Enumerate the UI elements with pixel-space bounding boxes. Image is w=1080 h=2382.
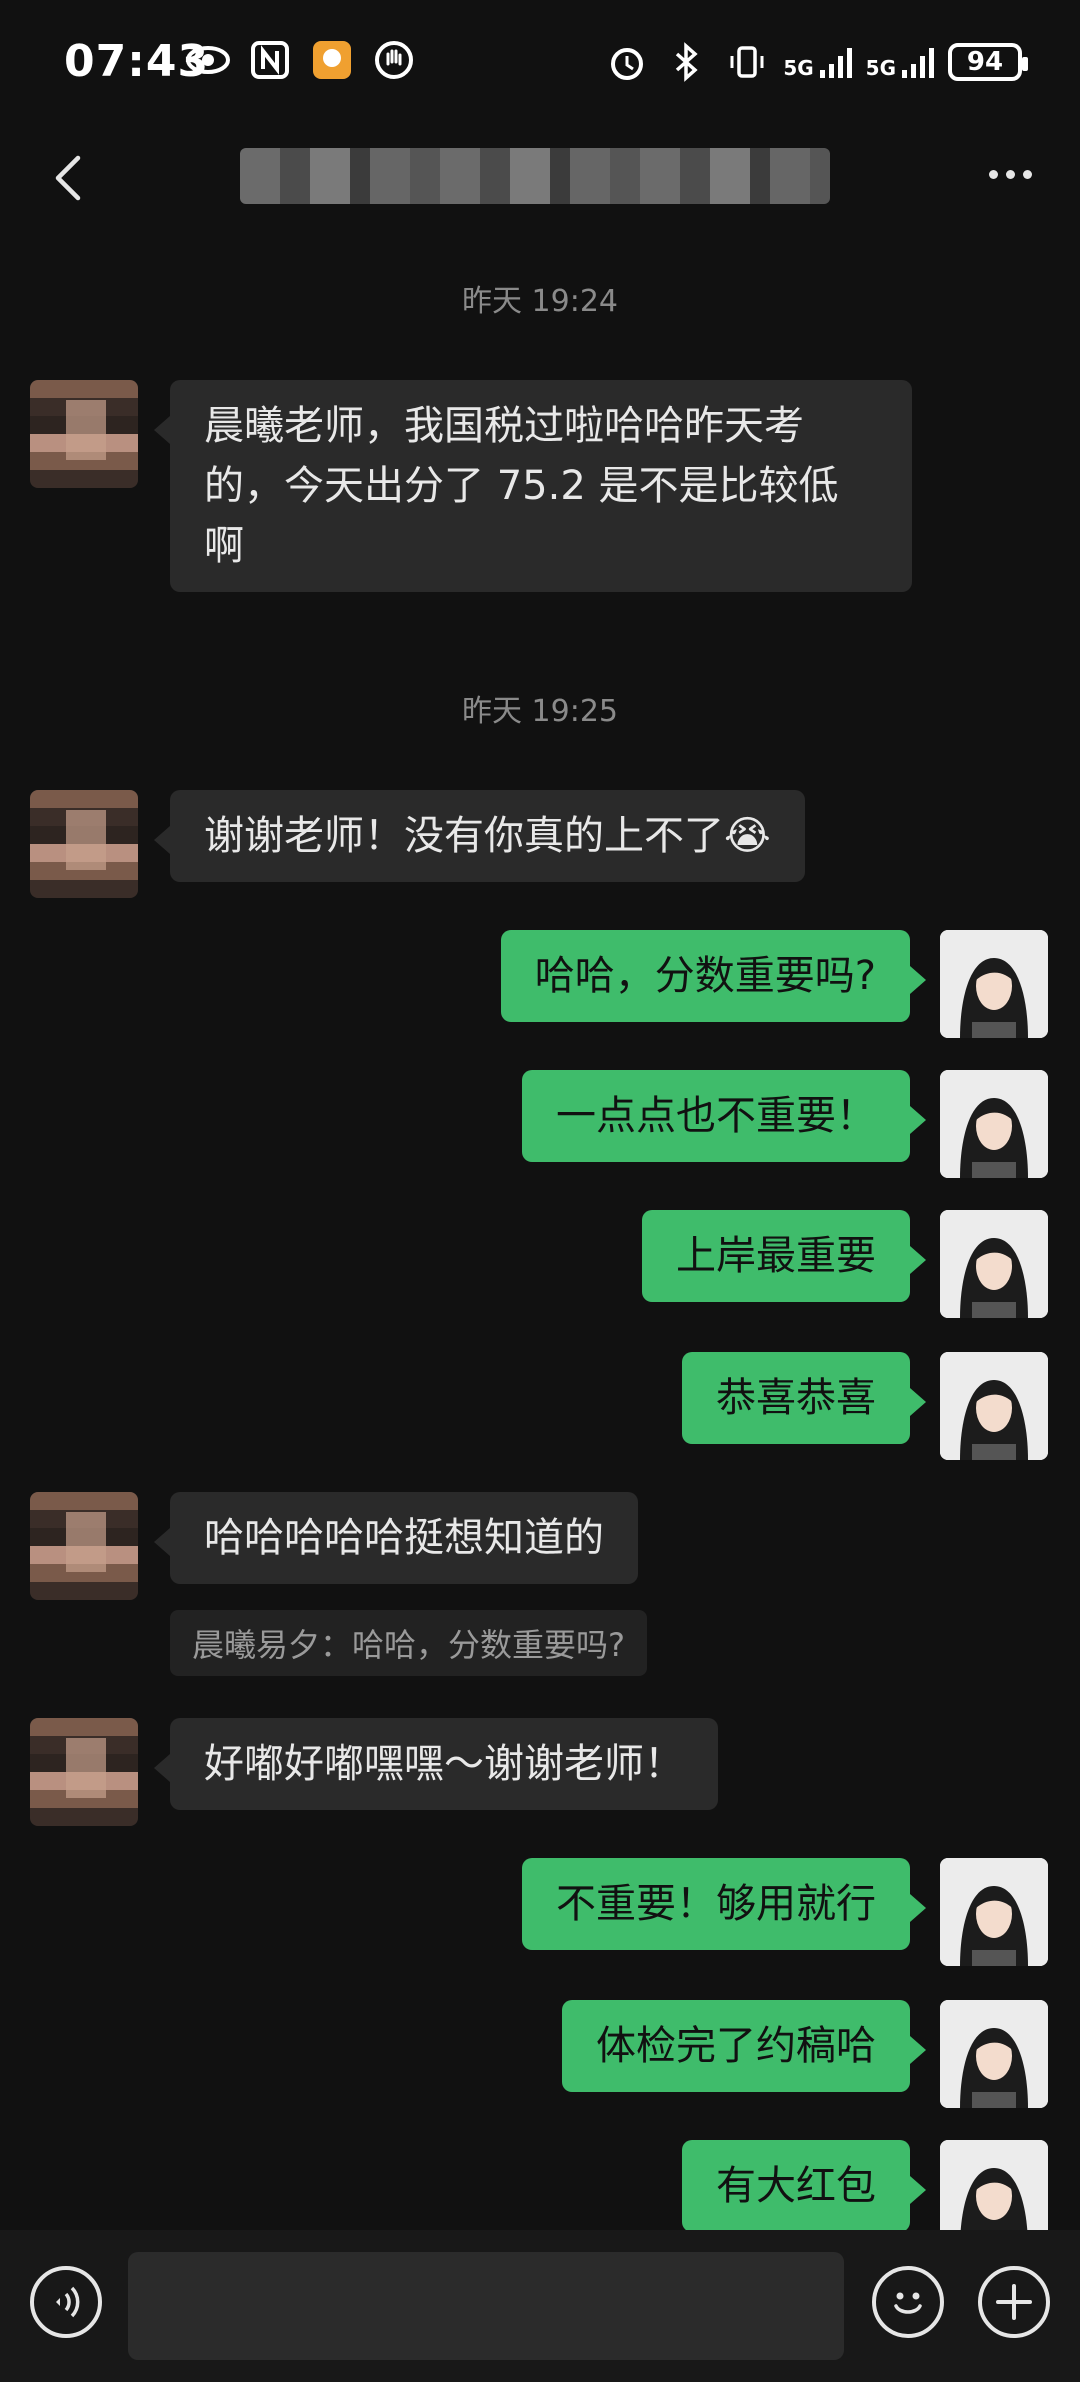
my-avatar[interactable] [940, 2000, 1048, 2108]
signal-strength-2: 5G [866, 44, 936, 80]
signal-bars-icon [902, 48, 934, 78]
girl-portrait-icon [940, 1858, 1048, 1966]
vibrate-icon [723, 38, 771, 86]
girl-portrait-icon [940, 1070, 1048, 1178]
more-functions-button[interactable] [978, 2266, 1050, 2338]
chat-header [0, 128, 1080, 228]
girl-portrait-icon [940, 1210, 1048, 1318]
alarm-icon [603, 38, 651, 86]
chevron-left-icon [55, 155, 81, 201]
my-avatar[interactable] [940, 1858, 1048, 1966]
my-avatar[interactable] [940, 1352, 1048, 1460]
input-bar [0, 2230, 1080, 2382]
message-bubble-incoming[interactable]: 晨曦老师，我国税过啦哈哈昨天考的，今天出分了 75.2 是不是比较低啊 [154, 380, 912, 592]
timestamp: 昨天 19:24 [462, 284, 618, 319]
message-bubble-outgoing[interactable]: 上岸最重要 [642, 1210, 926, 1302]
message-input[interactable] [128, 2252, 844, 2360]
message-bubble-outgoing[interactable]: 一点点也不重要！ [522, 1070, 926, 1162]
chat-title-pixelated [240, 148, 830, 204]
emoji-button[interactable] [872, 2266, 944, 2338]
message-bubble-incoming[interactable]: 好嘟好嘟嘿嘿～谢谢老师！ [154, 1718, 718, 1810]
status-icons-right: 5G 5G 94 [603, 38, 1028, 86]
contact-avatar[interactable] [30, 790, 138, 898]
more-options-button[interactable] [980, 154, 1040, 194]
message-bubble-outgoing[interactable]: 恭喜恭喜 [682, 1352, 926, 1444]
eye-icon [184, 36, 232, 84]
girl-portrait-icon [940, 930, 1048, 1038]
voice-icon [56, 2286, 80, 2318]
message-bubble-outgoing[interactable]: 哈哈，分数重要吗? [500, 930, 927, 1022]
signal-bars-icon [819, 48, 852, 78]
hand-icon [370, 36, 418, 84]
message-bubble-incoming[interactable]: 哈哈哈哈哈挺想知道的 [154, 1492, 638, 1584]
signal-1-label: 5G [783, 56, 814, 80]
contact-avatar[interactable] [30, 380, 138, 488]
message-bubble-outgoing[interactable]: 有大红包 [682, 2140, 926, 2232]
girl-portrait-icon [940, 2000, 1048, 2108]
timestamp: 昨天 19:25 [462, 694, 618, 729]
my-avatar[interactable] [940, 1070, 1048, 1178]
voice-button[interactable] [30, 2266, 102, 2338]
signal-strength-1: 5G [783, 44, 853, 80]
message-bubble-incoming[interactable]: 谢谢老师！没有你真的上不了😭 [154, 790, 805, 882]
message-bubble-outgoing[interactable]: 不重要！够用就行 [522, 1858, 926, 1950]
bluetooth-icon [663, 38, 711, 86]
signal-2-label: 5G [865, 56, 896, 80]
battery-indicator: 94 [948, 43, 1028, 81]
contact-avatar[interactable] [30, 1492, 138, 1600]
emoji-icon [894, 2292, 922, 2314]
plus-icon [996, 2284, 1032, 2320]
status-bar: 07:43 5G 5G 94 [0, 0, 1080, 128]
back-button[interactable] [40, 148, 100, 208]
contact-avatar[interactable] [30, 1718, 138, 1826]
message-bubble-outgoing[interactable]: 体检完了约稿哈 [562, 2000, 926, 2092]
girl-portrait-icon [940, 1352, 1048, 1460]
more-dots-icon [988, 169, 998, 179]
nfc-icon [246, 36, 294, 84]
my-avatar[interactable] [940, 1210, 1048, 1318]
app-notification-icon [308, 36, 356, 84]
battery-level: 94 [966, 47, 1004, 77]
status-icons-left [184, 36, 418, 84]
my-avatar[interactable] [940, 930, 1048, 1038]
quoted-message[interactable]: 晨曦易夕：哈哈，分数重要吗? [170, 1610, 647, 1676]
